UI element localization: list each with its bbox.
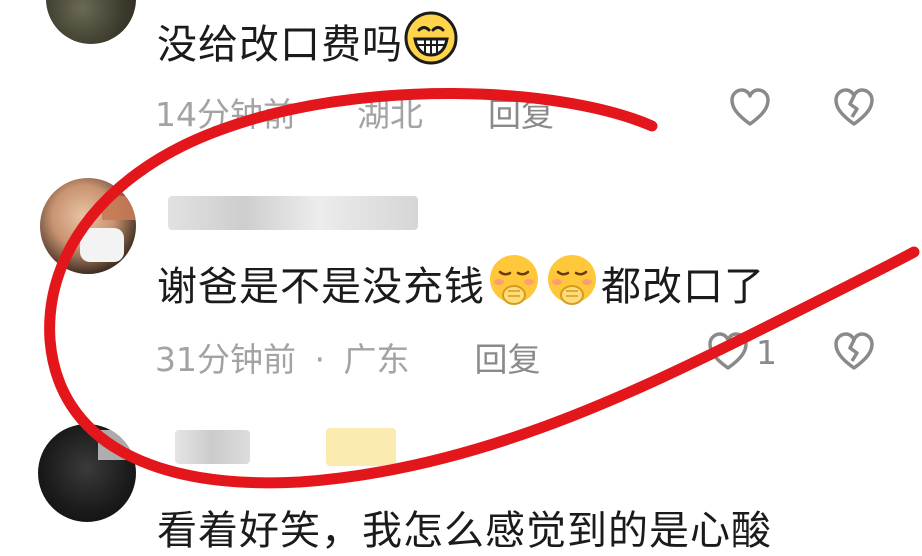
meta-separator: · — [314, 340, 326, 379]
grinning-face-icon — [403, 10, 459, 76]
comment-time: 14分钟前 — [155, 95, 296, 134]
comment-text: 看着好笑，我怎么感觉到的是心酸 — [157, 508, 772, 554]
comment-location: 广东 — [343, 340, 410, 379]
blurred-badge — [326, 428, 396, 466]
comment-time: 31分钟前 — [155, 340, 296, 379]
like-button[interactable] — [706, 330, 750, 374]
reply-button[interactable]: 回复 — [488, 88, 554, 136]
dislike-button[interactable] — [832, 330, 876, 374]
comment-location: 湖北 — [357, 95, 423, 134]
dislike-button[interactable] — [832, 86, 876, 130]
blurred-username — [175, 430, 250, 464]
broken-heart-icon — [834, 332, 874, 370]
blurred-username — [168, 196, 418, 230]
avatar[interactable] — [46, 0, 136, 44]
comment-meta: 31分钟前 · 广东 回复 — [155, 333, 541, 381]
thinking-hand-face-icon — [543, 251, 601, 319]
comment-text: 谢爸是不是没充钱 都改口了 — [157, 254, 765, 319]
thinking-hand-face-icon — [485, 251, 543, 319]
avatar[interactable] — [40, 178, 136, 274]
comment-text: 没给改口费吗 — [157, 10, 459, 76]
comment-meta: 14分钟前 湖北 回复 — [155, 88, 554, 136]
reply-button[interactable]: 回复 — [475, 333, 541, 381]
like-button[interactable] — [728, 86, 772, 130]
heart-icon — [708, 332, 748, 370]
heart-icon — [730, 88, 770, 126]
broken-heart-icon — [834, 88, 874, 126]
avatar[interactable] — [38, 424, 136, 522]
like-count: 1 — [756, 333, 777, 372]
